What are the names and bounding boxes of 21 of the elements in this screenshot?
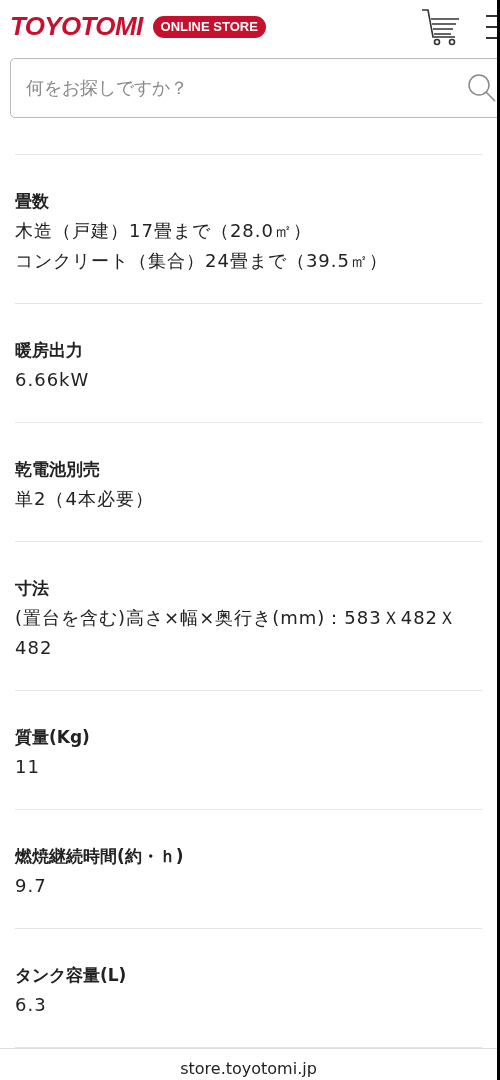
- spec-label: 燃焼継続時間(約・ｈ): [15, 844, 185, 868]
- store-badge: ONLINE STORE: [152, 16, 266, 38]
- spec-label: 質量(Kg): [15, 725, 91, 749]
- spec-value: コンクリート（集合）24畳まで（39.5㎡）: [15, 248, 389, 273]
- search-field[interactable]: 何をお探しですか？: [10, 57, 497, 118]
- spec-value: 単2（4本必要）: [15, 486, 155, 511]
- url-text: store.toyotomi.jp: [180, 1058, 317, 1080]
- spec-label: 乾電池別売: [15, 457, 101, 481]
- spec-label: 畳数: [15, 189, 50, 213]
- spec-label: 暖房出力: [15, 338, 84, 362]
- search-icon[interactable]: [467, 72, 497, 103]
- spec-value: 11: [15, 754, 41, 779]
- store-logo[interactable]: TOYOTOMI: [10, 7, 143, 47]
- spec-value: 6.66kW: [15, 367, 91, 392]
- spec-label: 寸法: [15, 576, 50, 600]
- spec-value: (置台を含む)高さ×幅×奥行き(mm)：583Ｘ482Ｘ482: [15, 605, 459, 660]
- spec-label: タンク容量(L): [15, 963, 128, 987]
- spec-value: 木造（戸建）17畳まで（28.0㎡）: [15, 218, 313, 243]
- cart-icon[interactable]: [420, 6, 462, 47]
- spec-value: 6.3: [15, 992, 48, 1017]
- spec-value: 9.7: [15, 873, 48, 898]
